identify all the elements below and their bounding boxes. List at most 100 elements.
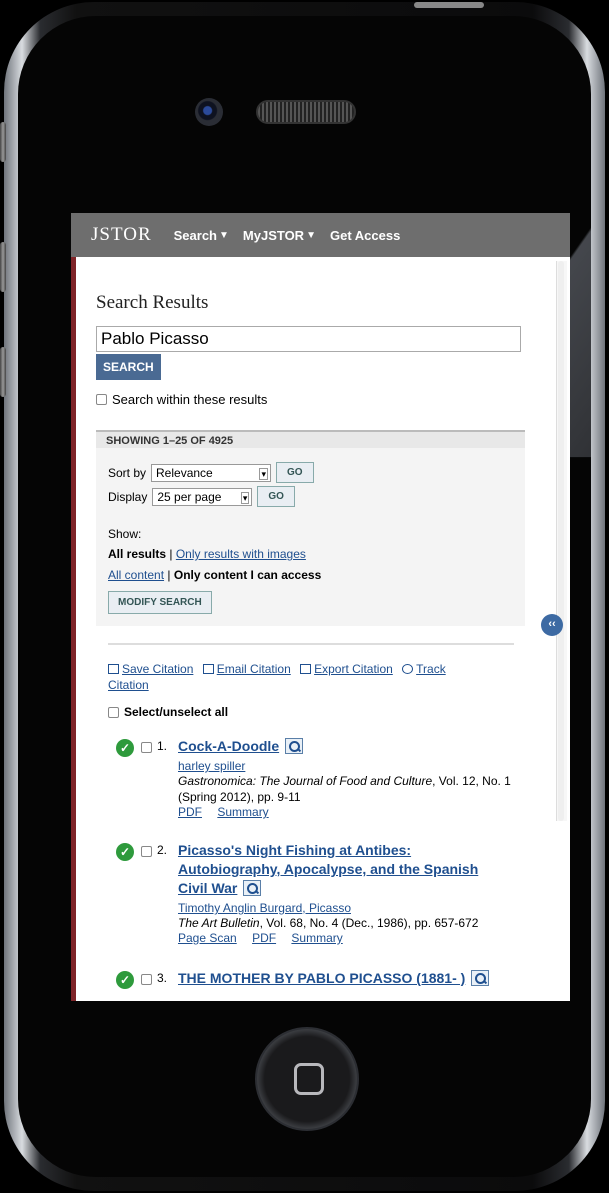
access-check-icon: ✓ xyxy=(116,739,134,757)
result-journal: Gastronomica: The Journal of Food and Cu… xyxy=(178,773,526,805)
front-camera xyxy=(195,98,223,126)
clock-icon xyxy=(402,664,414,674)
access-check-icon: ✓ xyxy=(116,971,134,989)
result-checkbox[interactable] xyxy=(141,974,152,985)
magnifier-icon[interactable] xyxy=(285,738,304,754)
scrollbar[interactable] xyxy=(556,261,567,821)
main-content: Search Results SEARCH Search within thes… xyxy=(96,257,526,989)
result-links: Page Scan PDF Summary xyxy=(178,931,526,945)
select-all-row[interactable]: Select/unselect all xyxy=(96,705,526,719)
results-filter-row: All results | Only results with images xyxy=(108,547,525,561)
nav-search[interactable]: Search ▼ xyxy=(174,228,229,243)
divider xyxy=(108,643,514,645)
email-citation-link[interactable]: Email Citation xyxy=(202,662,291,676)
result-author-link[interactable]: Picasso xyxy=(309,901,351,915)
sort-label: Sort by xyxy=(108,465,147,480)
search-within-option[interactable]: Search within these results xyxy=(96,392,526,407)
display-go-button[interactable]: GO xyxy=(257,486,295,507)
home-button[interactable] xyxy=(255,1027,359,1131)
list-item: ✓ 3. THE MOTHER BY PABLO PICASSO (1881- … xyxy=(96,969,526,989)
nav-search-label: Search xyxy=(173,227,217,243)
track-citation-link[interactable]: Track xyxy=(402,662,446,676)
dropdown-arrow-icon: ▾ xyxy=(240,491,250,504)
export-icon xyxy=(300,664,312,674)
caret-down-icon: ▼ xyxy=(219,229,229,241)
result-title-link[interactable]: THE MOTHER BY PABLO PICASSO (1881- ) xyxy=(178,970,465,986)
sort-value: Relevance xyxy=(156,465,213,480)
accent-bar xyxy=(71,257,76,1001)
journal-name: The Art Bulletin xyxy=(178,916,260,930)
result-links: PDF Summary xyxy=(178,805,526,819)
pdf-link[interactable]: PDF xyxy=(178,805,202,819)
result-number: 3. xyxy=(157,971,168,985)
content-filter-row: All content | Only content I can access xyxy=(108,568,525,582)
page-scan-link[interactable]: Page Scan xyxy=(178,931,237,945)
only-images-link[interactable]: Only results with images xyxy=(176,547,306,561)
citation-tools: Save Citation Email Citation Export Cita… xyxy=(96,661,526,693)
list-item: ✓ 2. Picasso's Night Fishing at Antibes:… xyxy=(96,841,526,945)
caret-down-icon: ▼ xyxy=(306,229,316,241)
only-access-option: Only content I can access xyxy=(173,568,322,582)
email-icon xyxy=(202,664,214,674)
save-icon xyxy=(108,664,119,674)
save-citation-link[interactable]: Save Citation xyxy=(108,662,193,676)
modify-search-button[interactable]: MODIFY SEARCH xyxy=(108,591,212,614)
search-button[interactable]: SEARCH xyxy=(96,354,161,380)
display-row: Display 25 per page ▾ GO xyxy=(108,486,525,507)
showing-count: SHOWING 1–25 OF 4925 xyxy=(96,430,525,448)
page-title: Search Results xyxy=(96,292,209,313)
display-select[interactable]: 25 per page ▾ xyxy=(152,487,253,506)
home-square-icon xyxy=(294,1063,324,1095)
magnifier-icon[interactable] xyxy=(471,970,490,986)
search-within-label: Search within these results xyxy=(112,392,268,407)
result-author-link[interactable]: Timothy Anglin Burgard xyxy=(178,901,302,915)
list-item: ✓ 1. Cock-A-Doodle harley spiller Gastro… xyxy=(96,737,526,819)
email-citation-label: Email Citation xyxy=(216,662,291,676)
jstor-logo[interactable]: JSTOR xyxy=(91,224,152,246)
collapse-panel-button[interactable]: ‹‹ xyxy=(541,614,563,636)
result-number: 1. xyxy=(157,739,168,753)
export-citation-link[interactable]: Export Citation xyxy=(300,662,393,676)
journal-details: , Vol. 68, No. 4 (Dec., 1986), pp. 657-6… xyxy=(259,916,479,930)
result-title-link[interactable]: Cock-A-Doodle xyxy=(178,738,279,754)
nav-myjstor-label: MyJSTOR xyxy=(242,227,305,243)
result-title-link[interactable]: Picasso's Night Fishing at Antibes: Auto… xyxy=(178,842,478,896)
display-value: 25 per page xyxy=(157,489,222,504)
select-all-checkbox[interactable] xyxy=(108,706,119,718)
sort-go-button[interactable]: GO xyxy=(276,462,314,483)
pdf-link[interactable]: PDF xyxy=(252,931,276,945)
earpiece-speaker xyxy=(256,100,356,124)
access-check-icon: ✓ xyxy=(116,843,134,861)
sort-select[interactable]: Relevance ▾ xyxy=(151,463,272,482)
volume-down-button xyxy=(0,347,6,397)
nav-myjstor[interactable]: MyJSTOR ▼ xyxy=(243,228,316,243)
search-input[interactable] xyxy=(96,326,521,352)
nav-get-access[interactable]: Get Access xyxy=(330,228,400,243)
journal-name: Gastronomica: The Journal of Food and Cu… xyxy=(178,774,433,788)
result-checkbox[interactable] xyxy=(141,742,152,753)
scrollbar-thumb[interactable] xyxy=(558,261,564,821)
result-journal: The Art Bulletin, Vol. 68, No. 4 (Dec., … xyxy=(178,915,526,931)
volume-up-button xyxy=(0,242,6,292)
search-within-checkbox[interactable] xyxy=(96,394,107,405)
result-authors: Timothy Anglin Burgard, Picasso xyxy=(178,901,351,915)
result-options-panel: Sort by Relevance ▾ GO Display 25 per pa… xyxy=(96,448,525,626)
all-content-link[interactable]: All content xyxy=(108,568,164,582)
result-author-link[interactable]: harley spiller xyxy=(178,759,526,773)
separator: | xyxy=(167,568,171,582)
sort-row: Sort by Relevance ▾ GO xyxy=(108,462,525,483)
export-citation-label: Export Citation xyxy=(314,662,393,676)
all-results-option: All results xyxy=(108,547,167,561)
magnifier-icon[interactable] xyxy=(243,880,262,896)
result-checkbox[interactable] xyxy=(141,846,152,857)
dropdown-arrow-icon: ▾ xyxy=(259,467,269,480)
display-label: Display xyxy=(108,489,148,504)
top-navbar: JSTOR Search ▼ MyJSTOR ▼ Get Access xyxy=(71,213,570,257)
separator: | xyxy=(169,547,173,561)
power-button xyxy=(414,2,484,8)
track-label: Track xyxy=(416,662,446,676)
summary-link[interactable]: Summary xyxy=(291,931,342,945)
track-citation-link-cont[interactable]: Citation xyxy=(108,678,149,692)
summary-link[interactable]: Summary xyxy=(217,805,268,819)
save-citation-label: Save Citation xyxy=(122,662,194,676)
